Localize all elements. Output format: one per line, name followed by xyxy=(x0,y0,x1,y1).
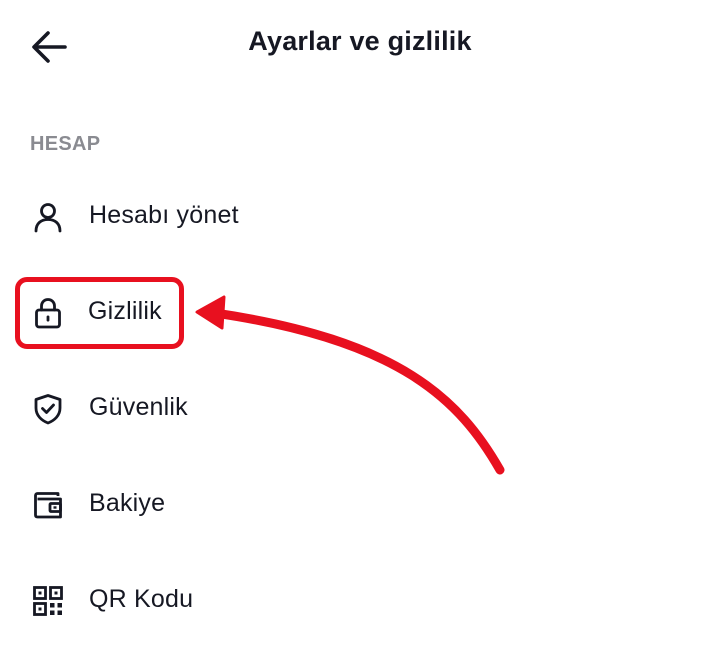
wallet-icon xyxy=(31,488,65,522)
qr-code-icon xyxy=(31,584,65,618)
page-title: Ayarlar ve gizlilik xyxy=(248,26,472,56)
user-icon xyxy=(31,200,65,234)
menu-item-privacy[interactable]: Gizlilik xyxy=(0,264,720,360)
menu-item-label: Gizlilik xyxy=(88,297,162,325)
menu-item-label: Bakiye xyxy=(89,489,166,517)
menu-item-qr-code[interactable]: QR Kodu xyxy=(0,552,720,648)
menu-item-label: QR Kodu xyxy=(89,585,194,613)
menu-item-balance[interactable]: Bakiye xyxy=(0,456,720,552)
lock-icon xyxy=(31,296,65,330)
header: Ayarlar ve gizlilik xyxy=(0,0,720,92)
menu-item-label: Güvenlik xyxy=(89,393,188,421)
menu-item-manage-account[interactable]: Hesabı yönet xyxy=(0,168,720,264)
menu-item-label: Hesabı yönet xyxy=(89,201,239,229)
shield-check-icon xyxy=(31,392,65,426)
menu-item-security[interactable]: Güvenlik xyxy=(0,360,720,456)
section-title-account: HESAP xyxy=(30,133,101,155)
